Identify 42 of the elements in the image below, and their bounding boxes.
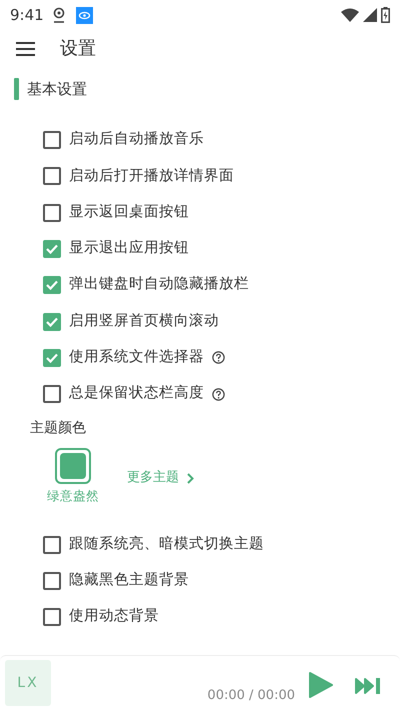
theme-name: 绿意盎然 (47, 487, 99, 506)
skip-next-icon[interactable] (355, 677, 381, 695)
option-label[interactable]: 显示退出应用按钮 (69, 238, 189, 260)
checkbox[interactable] (43, 312, 61, 331)
option-label[interactable]: 启动后打开播放详情界面 (69, 166, 234, 188)
checkbox[interactable] (43, 536, 61, 554)
menu-icon[interactable] (16, 40, 35, 56)
checkbox[interactable] (43, 240, 61, 258)
checkbox[interactable] (43, 608, 61, 626)
checkbox[interactable] (43, 167, 61, 186)
option-label[interactable]: 使用动态背景 (69, 606, 159, 628)
section-marker (14, 78, 19, 100)
option-label[interactable]: 隐藏黑色主题背景 (69, 570, 189, 592)
option-label[interactable]: 启动后自动播放音乐 (69, 129, 204, 152)
checkbox[interactable] (43, 385, 61, 404)
page-title: 设置 (60, 36, 96, 60)
checkbox[interactable] (43, 131, 61, 150)
checkbox[interactable] (43, 276, 61, 294)
playback-time: 00:00 / 00:00 (207, 687, 295, 705)
clock: 9:41 (10, 4, 44, 26)
battery-icon (381, 7, 390, 23)
option-label[interactable]: 总是保留状态栏高度 (69, 383, 204, 406)
section-title: 基本设置 (27, 79, 87, 100)
location-icon (52, 7, 66, 23)
wifi-icon (341, 8, 359, 22)
option-label[interactable]: 使用系统文件选择器 (69, 347, 204, 369)
option-label[interactable]: 启用竖屏首页横向滚动 (69, 310, 219, 332)
theme-heading: 主题颜色 (29, 419, 87, 438)
checkbox[interactable] (43, 348, 61, 367)
checkbox[interactable] (43, 204, 61, 222)
play-icon[interactable] (309, 672, 333, 698)
option-label[interactable]: 显示返回桌面按钮 (69, 202, 189, 224)
option-label[interactable]: 弹出键盘时自动隐藏播放栏 (69, 274, 249, 296)
checkbox[interactable] (43, 572, 61, 590)
theme-swatch[interactable] (55, 448, 91, 484)
signal-icon (363, 8, 377, 22)
chevron-right-icon (187, 472, 194, 484)
help-icon[interactable] (212, 388, 225, 401)
option-label[interactable]: 跟随系统亮、暗模式切换主题 (69, 534, 264, 556)
app-notification-icon (76, 6, 93, 24)
album-cover: LX (5, 660, 51, 706)
help-icon[interactable] (212, 351, 225, 364)
